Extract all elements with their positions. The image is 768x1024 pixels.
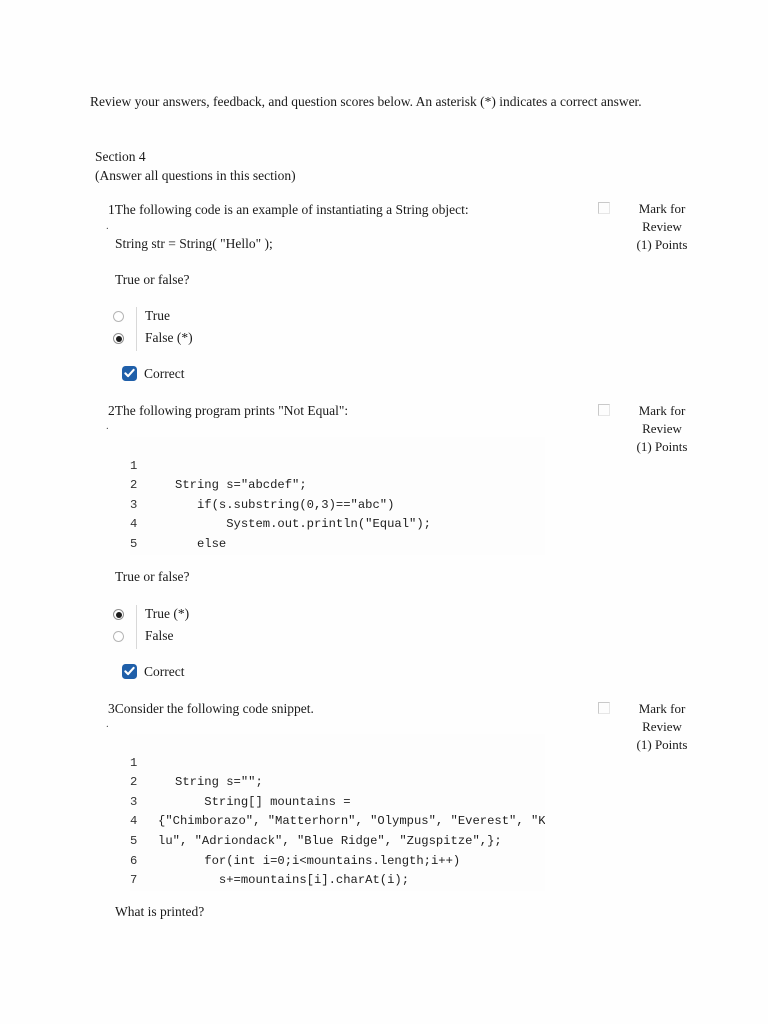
- question-3-prompt: 3Consider the following code snippet.: [108, 700, 578, 718]
- question-2-prompt-text: The following program prints "Not Equal"…: [114, 403, 349, 418]
- radio-button-icon[interactable]: [113, 311, 124, 322]
- question-2-number: 2: [108, 403, 115, 418]
- check-icon: [122, 664, 137, 679]
- option-label: False: [145, 628, 174, 643]
- option-label: True: [145, 308, 171, 323]
- code-line: 1 String s="";: [130, 734, 545, 790]
- section-title: Section 4: [95, 149, 146, 164]
- options-divider-rule: [136, 605, 137, 649]
- question-2-sub-prompt: True or false?: [115, 569, 190, 584]
- exam-review-page: Review your answers, feedback, and quest…: [0, 0, 768, 1024]
- question-3-code-block: 1 String s=""; 2 String[] mountains = 3 …: [130, 734, 545, 891]
- code-line: 6: [130, 535, 545, 555]
- question-3-number: 3: [108, 701, 115, 716]
- question-1-number: 1: [108, 202, 115, 217]
- question-1-points: (1) Points: [636, 237, 688, 252]
- mark-for-review-text: Mark for Review (1) Points: [618, 402, 706, 456]
- mark-for-review-text: Mark for Review (1) Points: [618, 200, 706, 254]
- question-1-prompt-text: The following code is an example of inst…: [114, 202, 469, 217]
- radio-button-icon[interactable]: [113, 609, 124, 620]
- section-subtitle: (Answer all questions in this section): [95, 168, 296, 183]
- mark-for-review-line2: Review: [642, 219, 682, 234]
- code-line: 2 String[] mountains =: [130, 754, 545, 809]
- radio-button-icon[interactable]: [113, 631, 124, 642]
- mark-for-review-line1: Mark for: [638, 201, 686, 216]
- code-line: 3 System.out.println("Equal");: [130, 476, 545, 532]
- check-icon: [122, 366, 137, 381]
- mark-for-review-line1: Mark for: [638, 403, 686, 418]
- mark-for-review-text: Mark for Review (1) Points: [618, 700, 706, 754]
- question-1-inline-code: String str = String( "Hello" );: [115, 236, 273, 251]
- question-3-marker-dot: .: [106, 718, 109, 730]
- code-line: 5 System.out.println("Not Equal");: [130, 515, 545, 551]
- question-3-sub-prompt: What is printed?: [115, 904, 205, 919]
- code-line: 4 else: [130, 496, 545, 551]
- code-line: 2 if(s.substring(0,3)=="abc"): [130, 457, 545, 512]
- question-1-prompt: 1The following code is an example of ins…: [108, 201, 578, 219]
- mark-for-review-checkbox-icon[interactable]: [598, 702, 610, 714]
- question-1-marker-dot: .: [106, 220, 109, 232]
- mark-for-review-checkbox-icon[interactable]: [598, 202, 610, 214]
- code-line: 7 System.out.println(s.substring(2,4));: [130, 852, 545, 887]
- question-3-prompt-text: Consider the following code snippet.: [114, 701, 314, 716]
- feedback-label: Correct: [144, 664, 185, 679]
- code-line: 8: [130, 871, 545, 891]
- question-2-points: (1) Points: [636, 439, 688, 454]
- radio-button-icon[interactable]: [113, 333, 124, 344]
- code-line: 1 String s="abcdef";: [130, 437, 545, 493]
- option-label: True (*): [145, 606, 190, 621]
- option-label: False (*): [145, 330, 193, 345]
- code-line: 3 {"Chimborazo", "Matterhorn", "Olympus"…: [130, 773, 545, 829]
- question-2-prompt: 2The following program prints "Not Equal…: [108, 402, 578, 420]
- mark-for-review-line2: Review: [642, 421, 682, 436]
- options-divider-rule: [136, 307, 137, 351]
- mark-for-review-line1: Mark for: [638, 701, 686, 716]
- mark-for-review-line2: Review: [642, 719, 682, 734]
- intro-paragraph: Review your answers, feedback, and quest…: [90, 94, 642, 109]
- code-line: 6 s+=mountains[i].charAt(i);: [130, 832, 545, 888]
- mark-for-review-checkbox-icon[interactable]: [598, 404, 610, 416]
- code-line: 5 for(int i=0;i<mountains.length;i++): [130, 812, 545, 868]
- section-header: Section 4 (Answer all questions in this …: [95, 147, 296, 185]
- question-1-sub-prompt: True or false?: [115, 272, 190, 287]
- question-2-code-block: 1 String s="abcdef"; 2 if(s.substring(0,…: [130, 437, 545, 555]
- question-2-marker-dot: .: [106, 420, 109, 432]
- feedback-label: Correct: [144, 366, 185, 381]
- question-3-points: (1) Points: [636, 737, 688, 752]
- code-line: 4 lu", "Adriondack", "Blue Ridge", "Zugs…: [130, 793, 545, 848]
